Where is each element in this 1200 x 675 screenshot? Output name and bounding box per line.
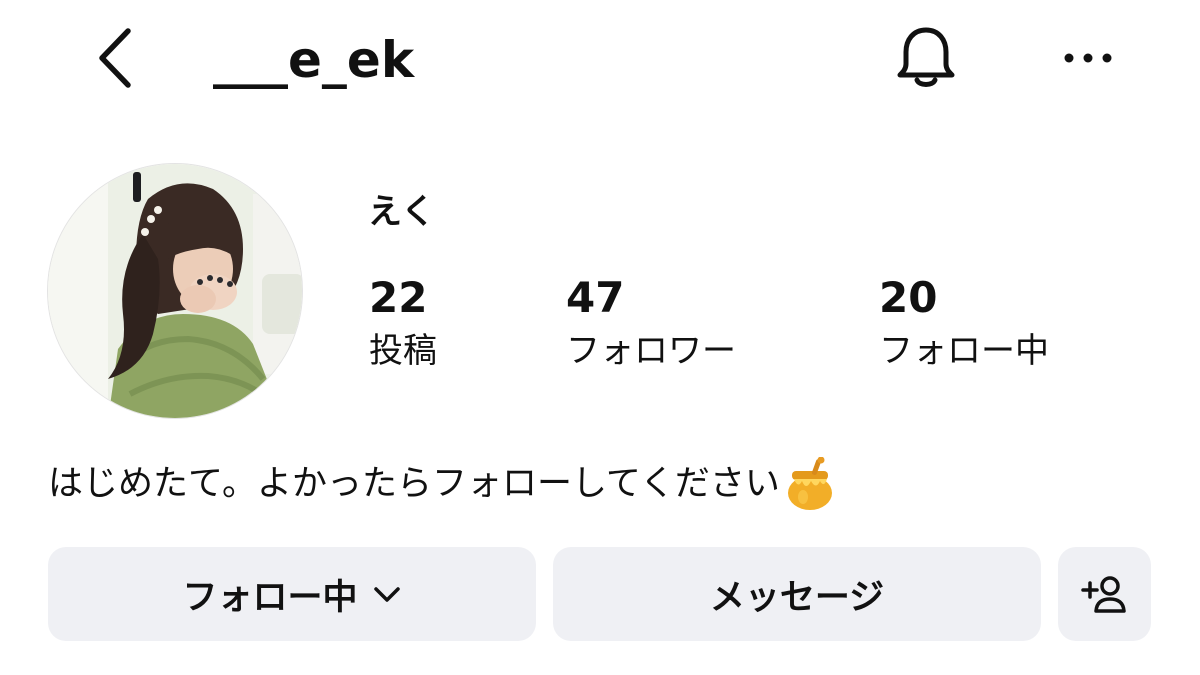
bell-icon — [897, 27, 955, 87]
display-name: えく — [368, 192, 435, 232]
profile-photo — [48, 164, 302, 418]
chevron-down-icon — [373, 587, 400, 602]
posts-label: 投稿 — [369, 331, 437, 371]
followers-count: 47 — [566, 273, 625, 322]
message-button[interactable]: メッセージ — [553, 547, 1041, 641]
posts-stat[interactable]: 22 投稿 — [369, 272, 437, 374]
add-person-icon — [1080, 576, 1126, 613]
following-button-label: フォロー中 — [182, 577, 358, 618]
message-button-label: メッセージ — [709, 577, 885, 618]
profile-header: ___e_ek — [0, 0, 1200, 120]
honey-pot-icon — [787, 457, 832, 510]
back-button[interactable] — [88, 26, 140, 90]
bio-text: はじめたて。よかったらフォローしてください — [48, 464, 780, 504]
following-label: フォロー中 — [879, 331, 1049, 371]
chevron-left-icon — [99, 28, 131, 88]
following-count: 20 — [879, 273, 938, 322]
followers-stat[interactable]: 47 フォロワー — [566, 272, 736, 374]
more-horizontal-icon — [1064, 53, 1112, 63]
following-stat[interactable]: 20 フォロー中 — [879, 272, 1049, 374]
notifications-button[interactable] — [888, 22, 964, 94]
following-button[interactable]: フォロー中 — [48, 547, 536, 641]
followers-label: フォロワー — [566, 331, 736, 371]
profile-bio: はじめたて。よかったらフォローしてください — [48, 457, 836, 511]
posts-count: 22 — [369, 273, 428, 322]
profile-avatar[interactable] — [47, 163, 303, 419]
add-user-button[interactable] — [1058, 547, 1151, 641]
profile-username: ___e_ek — [213, 31, 415, 89]
more-options-button[interactable] — [1050, 30, 1126, 86]
